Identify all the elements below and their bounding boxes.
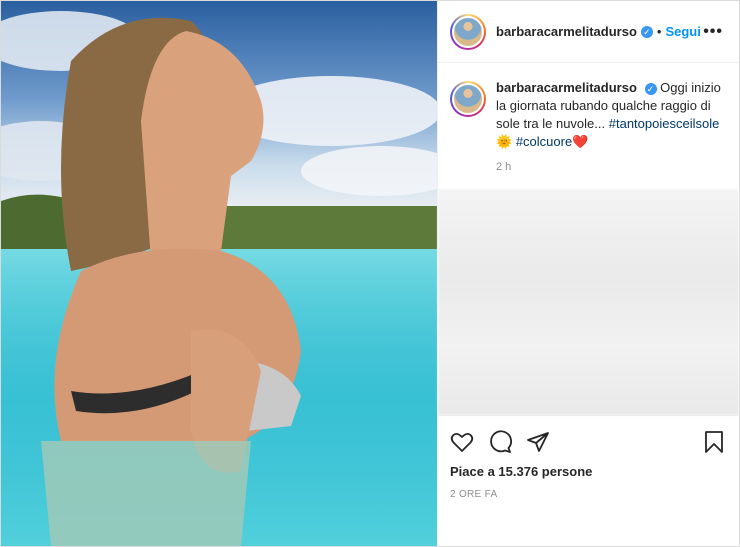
post-sidebar: barbaracarmelitadurso ✓ • Segui ••• barb… (437, 1, 739, 546)
share-icon[interactable] (526, 430, 550, 454)
heart-icon[interactable] (450, 430, 474, 454)
caption-username[interactable]: barbaracarmelitadurso (496, 80, 637, 95)
caption-verified-icon: ✓ (644, 82, 657, 95)
post-timestamp[interactable]: 2 ORE FA (450, 489, 725, 500)
photo-illustration (1, 11, 437, 546)
separator-dot: • (656, 24, 662, 39)
icon-row (450, 422, 725, 462)
hashtag-link[interactable]: #colcuore (516, 134, 572, 149)
follow-button[interactable]: Segui (665, 24, 700, 39)
likes-count[interactable]: Piace a 15.376 persone (450, 464, 725, 479)
action-bar: Piace a 15.376 persone 2 ORE FA (438, 415, 739, 500)
post-container: barbaracarmelitadurso ✓ • Segui ••• barb… (0, 0, 740, 547)
verified-badge-icon: ✓ (640, 25, 653, 38)
header-username[interactable]: barbaracarmelitadurso (496, 24, 637, 39)
bookmark-icon[interactable] (703, 430, 725, 454)
post-header: barbaracarmelitadurso ✓ • Segui ••• (438, 1, 739, 63)
heart-emoji-icon: ❤️ (572, 134, 589, 149)
sun-emoji-icon: 🌞 (496, 134, 513, 149)
comment-icon[interactable] (488, 430, 512, 454)
avatar[interactable] (450, 13, 486, 50)
comments-area (438, 189, 739, 415)
caption-text: barbaracarmelitadurso ✓ Oggi inizio la g… (496, 79, 723, 151)
more-options-icon[interactable]: ••• (703, 23, 723, 41)
hashtag-link[interactable]: #tantopoiesceilsole (609, 116, 720, 131)
caption-block: barbaracarmelitadurso ✓ Oggi inizio la g… (438, 63, 739, 189)
caption-content: barbaracarmelitadurso ✓ Oggi inizio la g… (496, 79, 723, 189)
caption-avatar[interactable] (450, 81, 486, 117)
post-photo[interactable] (1, 1, 437, 546)
caption-time: 2 h (496, 161, 512, 173)
